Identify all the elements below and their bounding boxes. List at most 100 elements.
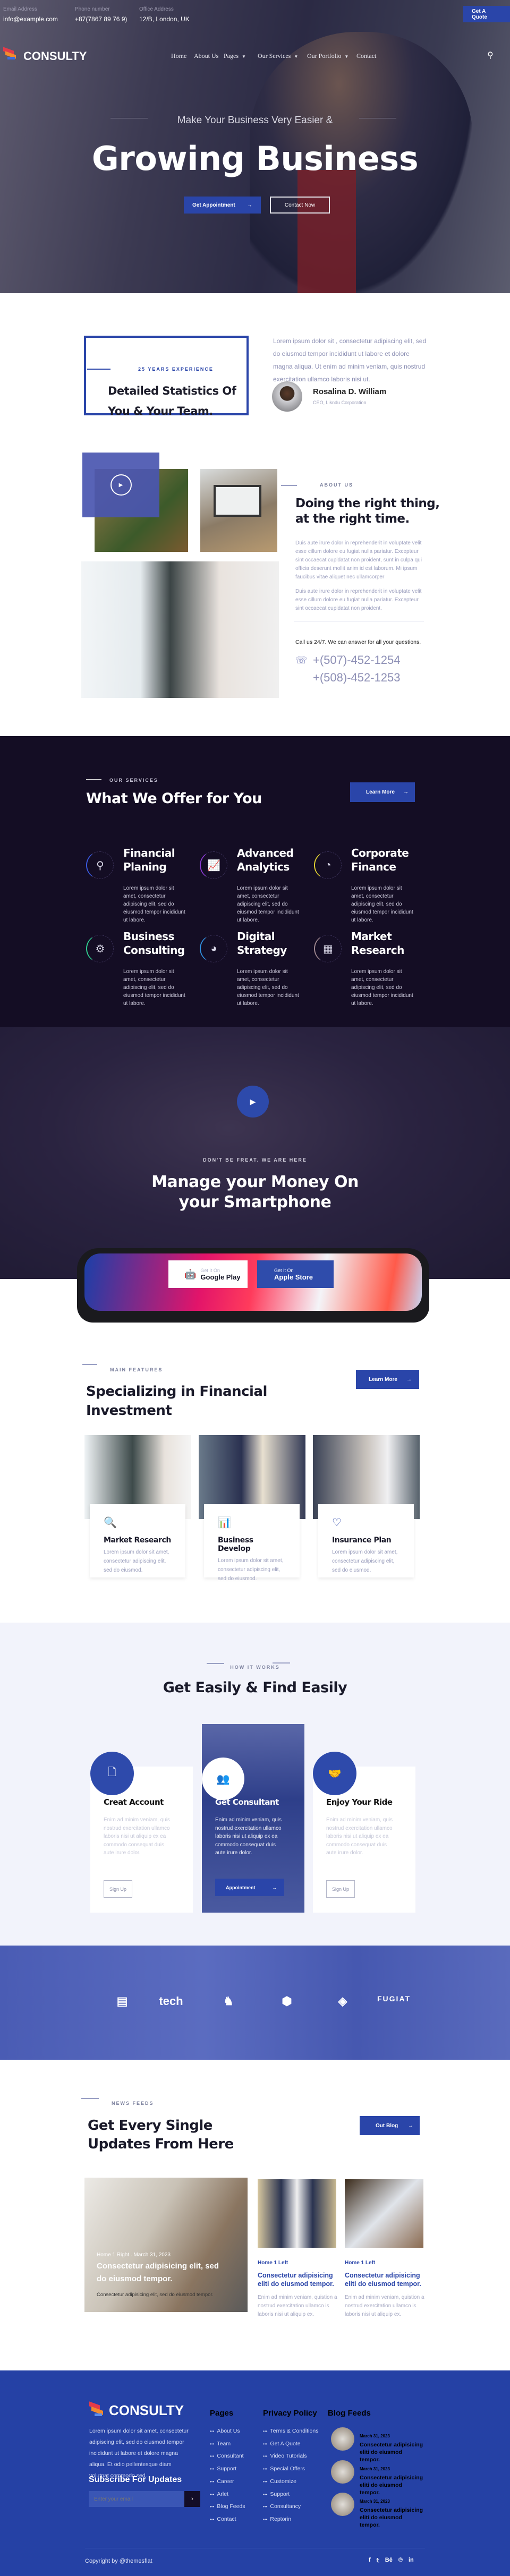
nav-item-our-portfolio[interactable]: Our Portfolio ▼ bbox=[307, 52, 348, 60]
get-appointment-button[interactable]: Get Appointment → bbox=[184, 197, 261, 214]
post-image[interactable] bbox=[258, 2179, 336, 2248]
post-excerpt: Enim ad minim veniam, quistion a nostrud… bbox=[258, 2294, 337, 2317]
appointment-button[interactable]: Appointment → bbox=[215, 1879, 284, 1896]
post-meta[interactable]: Home 1 Left bbox=[345, 2260, 424, 2266]
about-kicker: ABOUT US bbox=[320, 482, 353, 488]
bullet-icon: ••• bbox=[210, 2492, 215, 2497]
phone-value[interactable]: +87(7867 89 76 9) bbox=[75, 15, 127, 23]
feature-card[interactable]: 🔍 Market Research Lorem ipsum dolor sit am… bbox=[90, 1504, 185, 1577]
bullet-icon: ••• bbox=[263, 2492, 268, 2497]
blog-post: Home 1 Left Consectetur adipisicing eliti… bbox=[258, 2260, 337, 2319]
sign-up-button[interactable]: Sign Up bbox=[104, 1880, 132, 1898]
footer-link[interactable]: ••• Support bbox=[263, 2491, 290, 2497]
footer-link[interactable]: ••• Terms & Conditions bbox=[263, 2428, 318, 2434]
footer-link[interactable]: ••• Video Tutorials bbox=[263, 2453, 307, 2459]
service-title[interactable]: Financial Planing bbox=[123, 846, 182, 874]
bullet-icon: ••• bbox=[210, 2467, 215, 2472]
feature-card[interactable]: 📊 Business Develop Lorem ipsum dolor sit a… bbox=[204, 1504, 300, 1582]
service-title[interactable]: Advanced Analytics bbox=[237, 846, 295, 874]
footer-link[interactable]: ••• Arlet bbox=[210, 2491, 228, 2497]
footer-link[interactable]: ••• Contact bbox=[210, 2516, 236, 2522]
footer-link[interactable]: ••• Team bbox=[210, 2441, 231, 2447]
service-title[interactable]: Digital Strategy bbox=[237, 929, 295, 957]
title-line: Digital bbox=[237, 930, 275, 943]
featured-post[interactable]: Home 1 Right . March 31, 2023 Consectetu… bbox=[84, 2178, 248, 2312]
feature-title[interactable]: Business Develop bbox=[218, 1536, 286, 1553]
bullet-icon: ••• bbox=[263, 2454, 268, 2459]
footer-brand[interactable]: CONSULTY bbox=[109, 2402, 184, 2419]
our-blog-button[interactable]: Out Blog → bbox=[360, 2116, 420, 2135]
person-name: Rosalina D. William bbox=[313, 387, 387, 396]
nav-item-our-services[interactable]: Our Services ▼ bbox=[258, 52, 298, 60]
email-input[interactable] bbox=[89, 2491, 184, 2507]
nav-item-home[interactable]: Home bbox=[171, 52, 186, 60]
footer-link[interactable]: ••• Support bbox=[210, 2466, 236, 2472]
footer-link[interactable]: ••• Reptorin bbox=[263, 2516, 291, 2522]
post-title[interactable]: Consectetur adipisicing elit, sed do eiu… bbox=[97, 2260, 224, 2285]
twitter-icon[interactable]: 𝕥 bbox=[377, 2557, 379, 2564]
link-label: Support bbox=[217, 2466, 237, 2472]
feature-title[interactable]: Insurance Plan bbox=[332, 1536, 400, 1545]
get-quote-button[interactable]: Get A Quote bbox=[463, 6, 510, 22]
play-icon: ▶ bbox=[250, 1097, 256, 1106]
chevron-down-icon: ▼ bbox=[242, 54, 246, 59]
sign-up-button[interactable]: Sign Up bbox=[326, 1880, 355, 1898]
service-title[interactable]: Corporate Finance bbox=[351, 846, 410, 874]
button-label: Sign Up bbox=[109, 1886, 127, 1892]
feed-text: March 31, 2023 Consectetur adipisicing el… bbox=[360, 2427, 423, 2463]
learn-more-button[interactable]: Learn More → bbox=[356, 1370, 419, 1389]
post-title[interactable]: Consectetur adipisicing eliti do eiusmod… bbox=[258, 2271, 337, 2288]
play-icon[interactable]: ▶ bbox=[110, 474, 132, 496]
logo-icon bbox=[3, 47, 17, 61]
footer-link[interactable]: ••• Blog Feeds bbox=[210, 2503, 245, 2510]
apple-store-button[interactable]: Get It On Apple Store bbox=[257, 1260, 334, 1288]
footer-link[interactable]: ••• About Us bbox=[210, 2428, 240, 2434]
search-icon[interactable]: ⚲ bbox=[487, 50, 494, 61]
nav-item-about-us[interactable]: About Us bbox=[194, 52, 218, 60]
nav-label: About Us bbox=[194, 52, 219, 59]
feature-title[interactable]: Market Research bbox=[104, 1536, 172, 1545]
bullet-icon: ••• bbox=[210, 2517, 215, 2522]
footer-link[interactable]: ••• Customize bbox=[263, 2478, 296, 2485]
footer-link[interactable]: ••• Get A Quote bbox=[263, 2441, 301, 2447]
play-video-button[interactable]: ▶ bbox=[237, 1086, 269, 1118]
service-title[interactable]: Market Research bbox=[351, 929, 410, 957]
contact-now-button[interactable]: Contact Now bbox=[270, 197, 330, 214]
features-title: Specializing in Financial Investment bbox=[86, 1382, 267, 1420]
feature-card[interactable]: ♡ Insurance Plan Lorem ipsum dolor sit ame… bbox=[318, 1504, 414, 1577]
footer-link[interactable]: ••• Consultant bbox=[210, 2453, 244, 2459]
google-play-button[interactable]: 🤖 Get It On Google Play bbox=[168, 1260, 248, 1288]
video-thumbnail[interactable]: ▶ bbox=[82, 453, 159, 517]
footer-link[interactable]: ••• Consultancy bbox=[263, 2503, 301, 2510]
team-icon: 👥 bbox=[202, 1758, 244, 1800]
post-meta[interactable]: Home 1 Left bbox=[258, 2260, 337, 2266]
facebook-icon[interactable]: f bbox=[369, 2557, 371, 2564]
title-line: Get Every Single bbox=[88, 2118, 212, 2134]
footer-link[interactable]: ••• Special Offers bbox=[263, 2466, 305, 2472]
subscribe-button[interactable]: › bbox=[184, 2491, 200, 2507]
service-title[interactable]: Business Consulting bbox=[123, 929, 185, 957]
footer-blog-feed[interactable]: March 31, 2023 Consectetur adipisicing el… bbox=[331, 2427, 423, 2463]
nav-item-contact[interactable]: Contact bbox=[356, 52, 376, 60]
document-add-icon: 🗋 bbox=[90, 1752, 134, 1795]
nav-item-pages[interactable]: Pages ▼ bbox=[224, 52, 246, 60]
behance-icon[interactable]: Bē bbox=[385, 2557, 393, 2564]
phone-number-2[interactable]: +(508)-452-1253 bbox=[313, 671, 401, 685]
post-title[interactable]: Consectetur adipisicing eliti do eiusmod… bbox=[345, 2271, 424, 2288]
brand-logo[interactable]: CONSULTY bbox=[23, 49, 87, 63]
phone-number-1[interactable]: +(507)-452-1254 bbox=[313, 653, 401, 667]
footer-link[interactable]: ••• Career bbox=[210, 2478, 234, 2485]
footer-blog-feed[interactable]: March 31, 2023 Consectetur adipisicing el… bbox=[331, 2460, 423, 2496]
pinterest-icon[interactable]: ℗ bbox=[398, 2557, 403, 2564]
link-label: Video Tutorials bbox=[270, 2453, 307, 2460]
footer-blog-feed[interactable]: March 31, 2023 Consectetur adipisicing el… bbox=[331, 2493, 423, 2529]
button-label: Sign Up bbox=[332, 1886, 350, 1892]
nav-label: Our Services bbox=[258, 52, 291, 59]
footer-about: Lorem ipsum dolor sit amet, consectetur … bbox=[89, 2428, 189, 2479]
email-value[interactable]: info@example.com bbox=[3, 15, 58, 23]
feed-title[interactable]: Consectetur adipisicing eliti do eiusmod… bbox=[360, 2506, 423, 2529]
learn-more-button[interactable]: Learn More → bbox=[350, 782, 415, 802]
linkedin-icon[interactable]: in bbox=[409, 2557, 414, 2564]
handshake-icon: 🤝 bbox=[313, 1752, 356, 1795]
post-image[interactable] bbox=[345, 2179, 423, 2248]
